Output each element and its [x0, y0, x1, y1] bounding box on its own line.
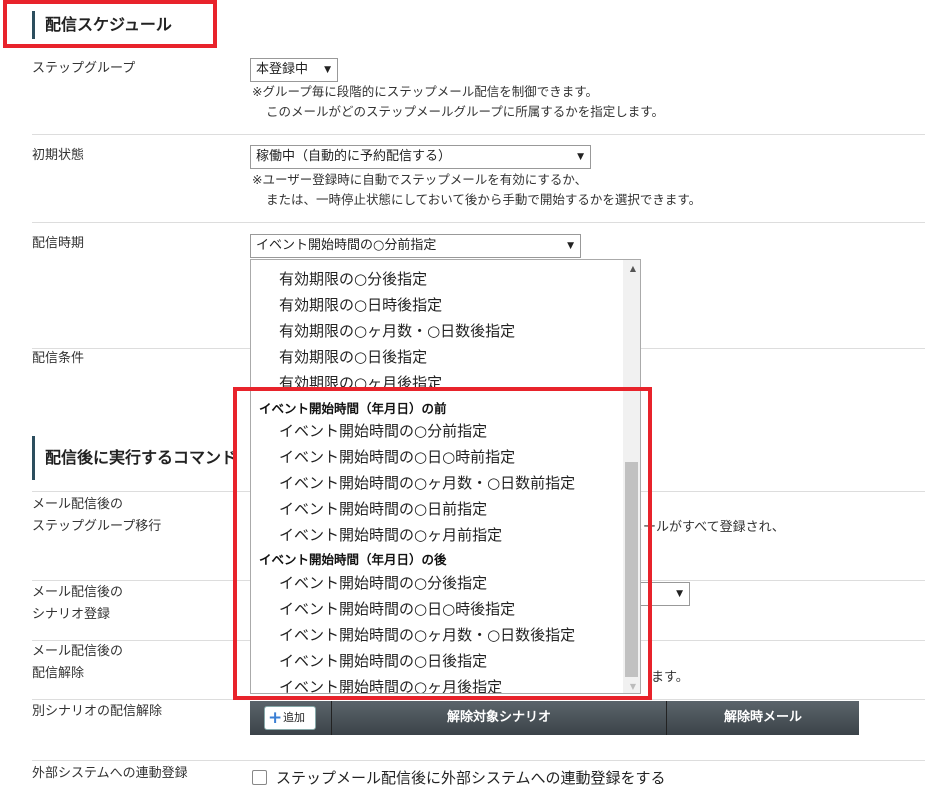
timing-select[interactable]: イベント開始時間の○分前指定 ▼ — [250, 234, 581, 258]
col-target-scenario: 解除対象シナリオ — [332, 701, 667, 735]
condition-label: 配信条件 — [32, 351, 85, 366]
option-item[interactable]: 有効期限の○分後指定 — [279, 268, 427, 289]
option-item[interactable]: 有効期限の○日後指定 — [279, 346, 427, 367]
external-checkbox[interactable] — [252, 770, 267, 785]
add-button-label: 追加 — [283, 711, 305, 724]
divider — [32, 222, 925, 223]
initial-state-note-2: または、一時停止状態にしておいて後から手動で開始するかを選択できます。 — [266, 192, 702, 207]
external-checkbox-label[interactable]: ステップメール配信後に外部システムへの連動登録をする — [276, 767, 666, 788]
col-unsub-mail: 解除時メール — [723, 710, 802, 725]
plus-icon: + — [268, 708, 283, 728]
timing-value: イベント開始時間の○分前指定 — [256, 238, 437, 253]
external-label: 外部システムへの連動登録 — [32, 766, 188, 781]
migrate-label-1: メール配信後の — [32, 497, 124, 512]
chevron-down-icon: ▼ — [324, 65, 331, 75]
unsubscribe-label-1: メール配信後の — [32, 644, 124, 659]
initial-state-value: 稼働中（自動的に予約配信する） — [256, 149, 452, 164]
highlight-box-title — [3, 0, 217, 48]
timing-label: 配信時期 — [32, 236, 85, 251]
section-title-commands: 配信後に実行するコマンド — [32, 436, 237, 480]
step-group-value: 本登録中 — [256, 62, 309, 77]
unsubscribe-label-2: 配信解除 — [32, 666, 85, 681]
step-group-select[interactable]: 本登録中 ▼ — [250, 58, 338, 82]
initial-state-label: 初期状態 — [32, 148, 85, 163]
unsub-table-header: + 追加 解除対象シナリオ 解除時メール — [250, 701, 859, 735]
unsubscribe-note: ます。 — [651, 670, 689, 685]
option-item[interactable]: 有効期限の○ヶ月数・○日数後指定 — [279, 320, 515, 341]
scroll-up-icon[interactable]: ▲ — [630, 264, 636, 273]
scenario-reg-label-2: シナリオ登録 — [32, 607, 111, 622]
scenario-reg-label-1: メール配信後の — [32, 585, 124, 600]
step-group-label: ステップグループ — [32, 61, 136, 76]
step-group-note-1: ※グループ毎に段階的にステップメール配信を制御できます。 — [252, 84, 598, 99]
divider — [32, 760, 925, 761]
migrate-note: メールがすべて登録され、 — [630, 520, 785, 535]
migrate-label-2: ステップグループ移行 — [32, 519, 162, 534]
initial-state-select[interactable]: 稼働中（自動的に予約配信する） ▼ — [250, 145, 591, 169]
scenario-reg-label: メール配信後の シナリオ登録 — [32, 582, 123, 626]
unsubscribe-label: メール配信後の 配信解除 — [32, 641, 123, 685]
step-group-note: ※グループ毎に段階的にステップメール配信を制御できます。 このメールがどのステッ… — [252, 82, 664, 122]
chevron-down-icon: ▼ — [577, 152, 584, 162]
highlight-box-event-options — [233, 387, 652, 700]
chevron-down-icon: ▼ — [567, 241, 574, 251]
divider — [32, 134, 925, 135]
unsub-table-add-cell: + 追加 — [250, 701, 332, 735]
step-group-note-2: このメールがどのステップメールグループに所属するかを指定します。 — [266, 104, 665, 119]
add-button[interactable]: + 追加 — [264, 706, 316, 730]
other-unsub-label: 別シナリオの配信解除 — [32, 704, 163, 719]
migrate-label: メール配信後の ステップグループ移行 — [32, 494, 161, 538]
initial-state-note-1: ※ユーザー登録時に自動でステップメールを有効にするか、 — [252, 172, 588, 187]
chevron-down-icon: ▼ — [676, 589, 683, 599]
option-item[interactable]: 有効期限の○日時後指定 — [279, 294, 442, 315]
initial-state-note: ※ユーザー登録時に自動でステップメールを有効にするか、 または、一時停止状態にし… — [252, 170, 701, 210]
